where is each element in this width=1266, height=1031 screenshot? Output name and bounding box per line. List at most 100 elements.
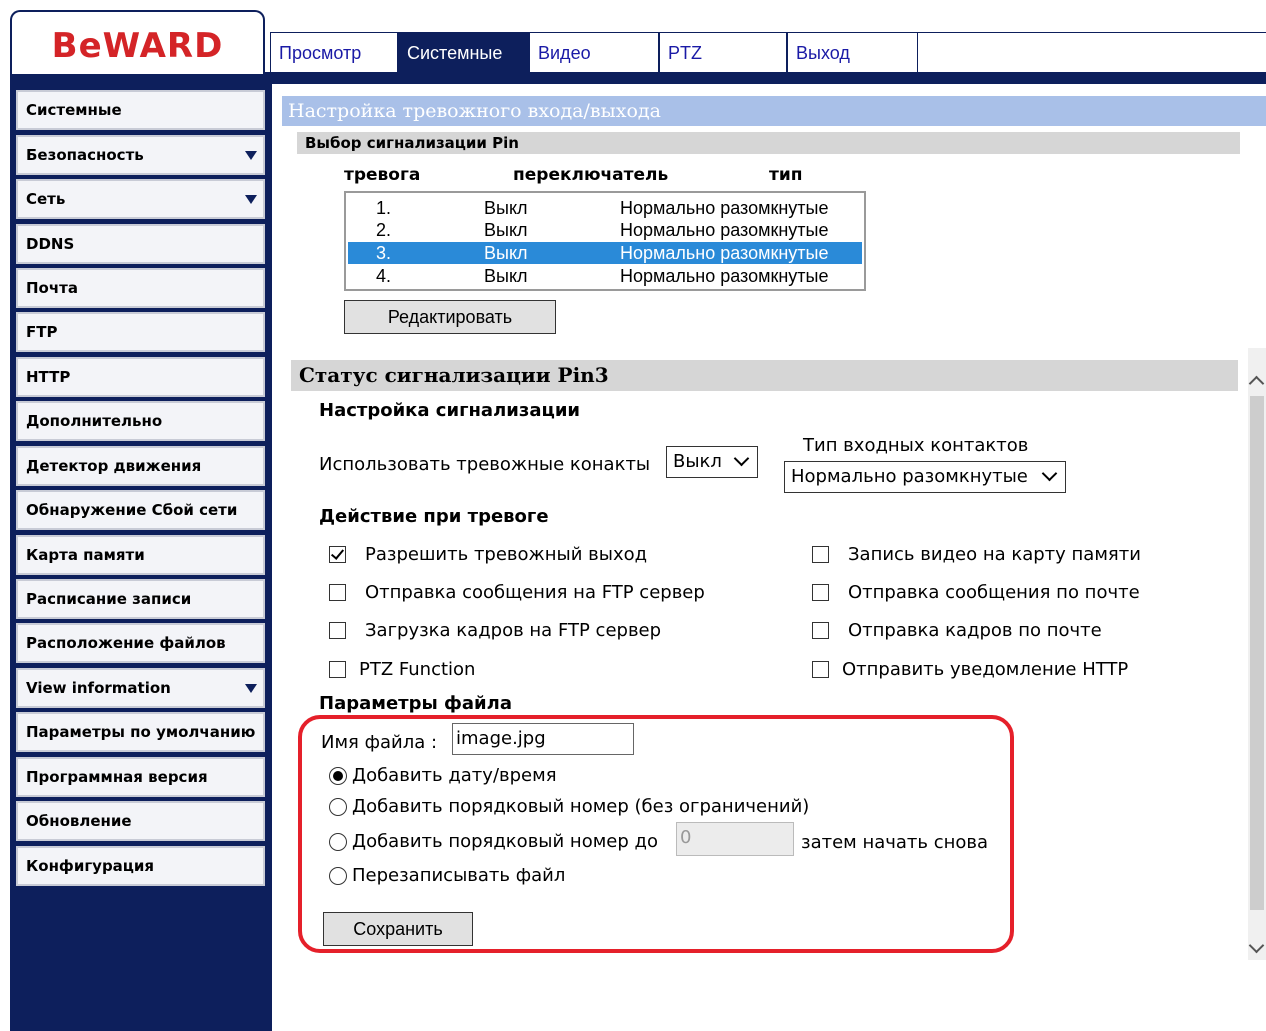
chevron-down-icon bbox=[1041, 465, 1058, 482]
sidebar-item-label: Параметры по умолчанию bbox=[26, 723, 256, 741]
pin-number: 4. bbox=[376, 266, 392, 286]
sidebar-item-view-information[interactable]: View information bbox=[16, 668, 265, 708]
sidebar-item-label: Обнаружение Сбой сети bbox=[26, 501, 238, 519]
mail-message-label: Отправка сообщения по почте bbox=[848, 582, 1140, 603]
column-header-type: тип bbox=[769, 165, 803, 185]
pin-number: 1. bbox=[376, 198, 392, 218]
tab-video[interactable]: Видео bbox=[529, 32, 659, 72]
sidebar-item-label: Программная версия bbox=[26, 768, 208, 786]
ftp-upload-frames-checkbox[interactable] bbox=[329, 622, 346, 639]
sidebar-item-ftp[interactable]: FTP bbox=[16, 312, 265, 352]
page-title: Настройка тревожного входа/выхода bbox=[282, 96, 1266, 126]
top-tabs: Просмотр Системные Видео PTZ Выход bbox=[270, 32, 1266, 72]
sidebar-item-update[interactable]: Обновление bbox=[16, 801, 265, 841]
logo-container: BeWARD bbox=[10, 10, 265, 74]
highlight-annotation bbox=[298, 715, 1014, 953]
pin-row[interactable]: 1. Выкл Нормально разомкнутые bbox=[348, 197, 862, 219]
tab-exit[interactable]: Выход bbox=[787, 32, 918, 72]
use-contacts-select[interactable]: Выкл bbox=[666, 446, 758, 478]
pin-number: 3. bbox=[376, 243, 392, 263]
sidebar-item-label: Конфигурация bbox=[26, 857, 155, 875]
sidebar-item-http[interactable]: HTTP bbox=[16, 357, 265, 397]
input-type-value: Нормально разомкнутые bbox=[791, 466, 1028, 487]
sidebar-item-record-schedule[interactable]: Расписание записи bbox=[16, 579, 265, 619]
http-notify-checkbox[interactable] bbox=[812, 661, 829, 678]
chevron-down-icon bbox=[733, 450, 750, 467]
pin-type: Нормально разомкнутые bbox=[620, 243, 829, 263]
use-contacts-value: Выкл bbox=[673, 451, 722, 472]
tab-preview[interactable]: Просмотр bbox=[270, 32, 398, 72]
record-to-card-label: Запись видео на карту памяти bbox=[848, 544, 1141, 565]
dropdown-arrow-icon bbox=[245, 195, 257, 204]
mail-frames-label: Отправка кадров по почте bbox=[848, 620, 1102, 641]
dropdown-arrow-icon bbox=[245, 151, 257, 160]
ftp-message-label: Отправка сообщения на FTP сервер bbox=[365, 582, 705, 603]
pin-number: 2. bbox=[376, 220, 392, 240]
pin-select-section-title: Выбор сигнализации Pin bbox=[297, 132, 1240, 154]
pin-type: Нормально разомкнутые bbox=[620, 220, 829, 240]
sidebar-item-configuration[interactable]: Конфигурация bbox=[16, 846, 265, 886]
sidebar-item-label: Детектор движения bbox=[26, 457, 202, 475]
pin-type: Нормально разомкнутые bbox=[620, 198, 829, 218]
sidebar-item-label: DDNS bbox=[26, 235, 75, 253]
pin-list[interactable]: 1. Выкл Нормально разомкнутые 2. Выкл Но… bbox=[344, 191, 866, 291]
dropdown-arrow-icon bbox=[245, 684, 257, 693]
sidebar-item-network[interactable]: Сеть bbox=[16, 179, 265, 219]
pin-row[interactable]: 4. Выкл Нормально разомкнутые bbox=[348, 265, 862, 287]
sidebar-item-security[interactable]: Безопасность bbox=[16, 135, 265, 175]
pin-state: Выкл bbox=[484, 198, 528, 218]
sidebar-item-defaults[interactable]: Параметры по умолчанию bbox=[16, 712, 265, 752]
ftp-upload-frames-label: Загрузка кадров на FTP сервер bbox=[365, 620, 662, 641]
sidebar-item-system[interactable]: Системные bbox=[16, 90, 265, 130]
sidebar-item-label: Карта памяти bbox=[26, 546, 145, 564]
logo: BeWARD bbox=[51, 26, 224, 66]
ptz-function-checkbox[interactable] bbox=[329, 661, 346, 678]
http-notify-label: Отправить уведомление HTTP bbox=[842, 659, 1129, 680]
column-header-switch: переключатель bbox=[513, 165, 669, 185]
sidebar-item-ddns[interactable]: DDNS bbox=[16, 224, 265, 264]
sidebar-item-label: Обновление bbox=[26, 812, 132, 830]
scrollbar-thumb[interactable] bbox=[1250, 396, 1264, 910]
sidebar-item-label: View information bbox=[26, 679, 171, 697]
sidebar-item-label: Сеть bbox=[26, 190, 66, 208]
sidebar-item-mail[interactable]: Почта bbox=[16, 268, 265, 308]
sidebar-item-advanced[interactable]: Дополнительно bbox=[16, 401, 265, 441]
sidebar-item-label: Расположение файлов bbox=[26, 634, 226, 652]
pin-row-selected[interactable]: 3. Выкл Нормально разомкнутые bbox=[348, 242, 862, 264]
pin-state: Выкл bbox=[484, 266, 528, 286]
pin-state: Выкл bbox=[484, 220, 528, 240]
sidebar-item-label: FTP bbox=[26, 323, 58, 341]
sidebar-item-memory-card[interactable]: Карта памяти bbox=[16, 535, 265, 575]
sidebar-item-label: Расписание записи bbox=[26, 590, 192, 608]
sidebar-item-label: Дополнительно bbox=[26, 412, 163, 430]
sidebar-item-network-failure[interactable]: Обнаружение Сбой сети bbox=[16, 490, 265, 530]
record-to-card-checkbox[interactable] bbox=[812, 546, 829, 563]
sidebar-item-label: Почта bbox=[26, 279, 78, 297]
pin-type: Нормально разомкнутые bbox=[620, 266, 829, 286]
ptz-function-label: PTZ Function bbox=[359, 659, 476, 680]
input-type-label: Тип входных контактов bbox=[803, 435, 1029, 456]
ftp-message-checkbox[interactable] bbox=[329, 584, 346, 601]
sidebar-item-label: HTTP bbox=[26, 368, 71, 386]
mail-frames-checkbox[interactable] bbox=[812, 622, 829, 639]
column-header-alarm: тревога bbox=[344, 165, 421, 185]
sidebar-item-file-location[interactable]: Расположение файлов bbox=[16, 623, 265, 663]
sidebar-item-firmware-version[interactable]: Программная версия bbox=[16, 757, 265, 797]
pin-status-title: Статус сигнализации Pin3 bbox=[291, 360, 1238, 391]
alarm-settings-title: Настройка сигнализации bbox=[319, 400, 581, 421]
mail-message-checkbox[interactable] bbox=[812, 584, 829, 601]
input-type-select[interactable]: Нормально разомкнутые bbox=[784, 461, 1066, 493]
edit-button[interactable]: Редактировать bbox=[344, 300, 556, 334]
tab-system[interactable]: Системные bbox=[398, 32, 529, 72]
pin-row[interactable]: 2. Выкл Нормально разомкнутые bbox=[348, 219, 862, 241]
file-params-title: Параметры файла bbox=[319, 693, 512, 714]
sidebar: Системные Безопасность Сеть DDNS Почта F… bbox=[10, 84, 272, 1031]
allow-alarm-output-checkbox[interactable] bbox=[329, 546, 346, 563]
tab-ptz[interactable]: PTZ bbox=[659, 32, 787, 72]
pin-state: Выкл bbox=[484, 243, 528, 263]
allow-alarm-output-label: Разрешить тревожный выход bbox=[365, 544, 648, 565]
sidebar-item-label: Безопасность bbox=[26, 146, 144, 164]
sidebar-item-motion-detector[interactable]: Детектор движения bbox=[16, 446, 265, 486]
use-contacts-label: Использовать тревожные конакты bbox=[319, 454, 651, 475]
sidebar-item-label: Системные bbox=[26, 101, 122, 119]
